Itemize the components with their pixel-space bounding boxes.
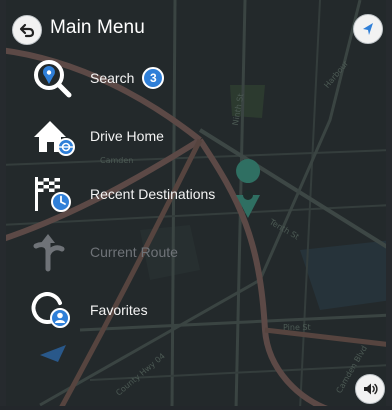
search-count-badge: 3 (142, 67, 165, 89)
menu-item-current-route-label: Current Route (90, 244, 178, 260)
sound-button[interactable] (355, 374, 385, 404)
compass-button[interactable] (353, 14, 383, 44)
screen-frame-bottom (0, 406, 392, 410)
compass-arrow-icon (363, 23, 373, 35)
menu-item-drive-home[interactable]: Drive Home (28, 113, 258, 159)
menu-item-current-route: Current Route (28, 229, 258, 275)
street-label-pine: Pine St (283, 323, 311, 332)
menu-item-favorites-label: Favorites (90, 302, 148, 318)
speaker-icon (364, 383, 378, 395)
back-arrow-icon (19, 23, 35, 38)
menu-item-favorites[interactable]: Favorites (28, 287, 258, 333)
recent-destinations-icon (28, 171, 82, 217)
menu-item-recent-destinations-label: Recent Destinations (90, 186, 216, 202)
back-button[interactable] (12, 15, 42, 45)
menu-item-drive-home-label: Drive Home (90, 128, 164, 144)
navigation-screen: Camden Pine St Harbour Ninth St Tenth St… (0, 0, 392, 410)
menu-item-search[interactable]: Search 3 (28, 55, 258, 101)
search-pin-icon (28, 55, 82, 101)
current-route-icon (28, 229, 82, 275)
favorites-icon (28, 287, 82, 333)
page-title: Main Menu (50, 17, 145, 38)
screen-frame-left (0, 0, 6, 410)
screen-frame-right (386, 0, 392, 410)
menu-item-search-label: Search (90, 70, 135, 86)
drive-home-icon (28, 113, 82, 159)
menu-item-recent-destinations[interactable]: Recent Destinations (28, 171, 258, 217)
